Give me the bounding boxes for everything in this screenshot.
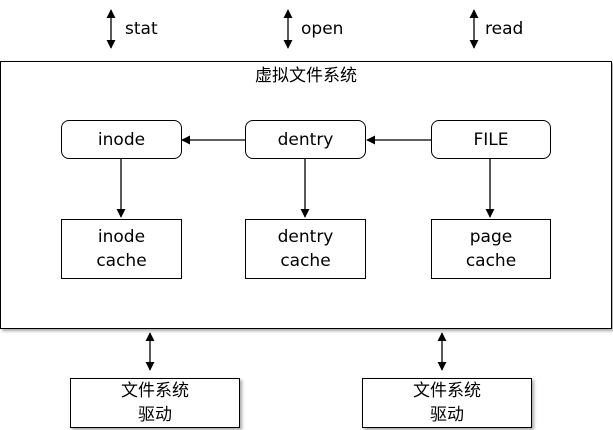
- file-node: FILE: [431, 120, 551, 159]
- connector-layer: [106, 9, 495, 371]
- syscall-open-label: open: [301, 19, 344, 39]
- syscall-read-label: read: [485, 19, 524, 39]
- fs-driver-left-node: 文件系统 驱动: [70, 378, 240, 428]
- page-cache-node: page cache: [431, 219, 551, 279]
- inode-cache-node: inode cache: [61, 219, 182, 279]
- fs-driver-right-node: 文件系统 驱动: [362, 378, 532, 428]
- syscall-stat-label: stat: [125, 19, 158, 39]
- dentry-cache-node: dentry cache: [245, 219, 366, 279]
- dentry-node: dentry: [245, 120, 366, 159]
- inode-node: inode: [61, 120, 182, 159]
